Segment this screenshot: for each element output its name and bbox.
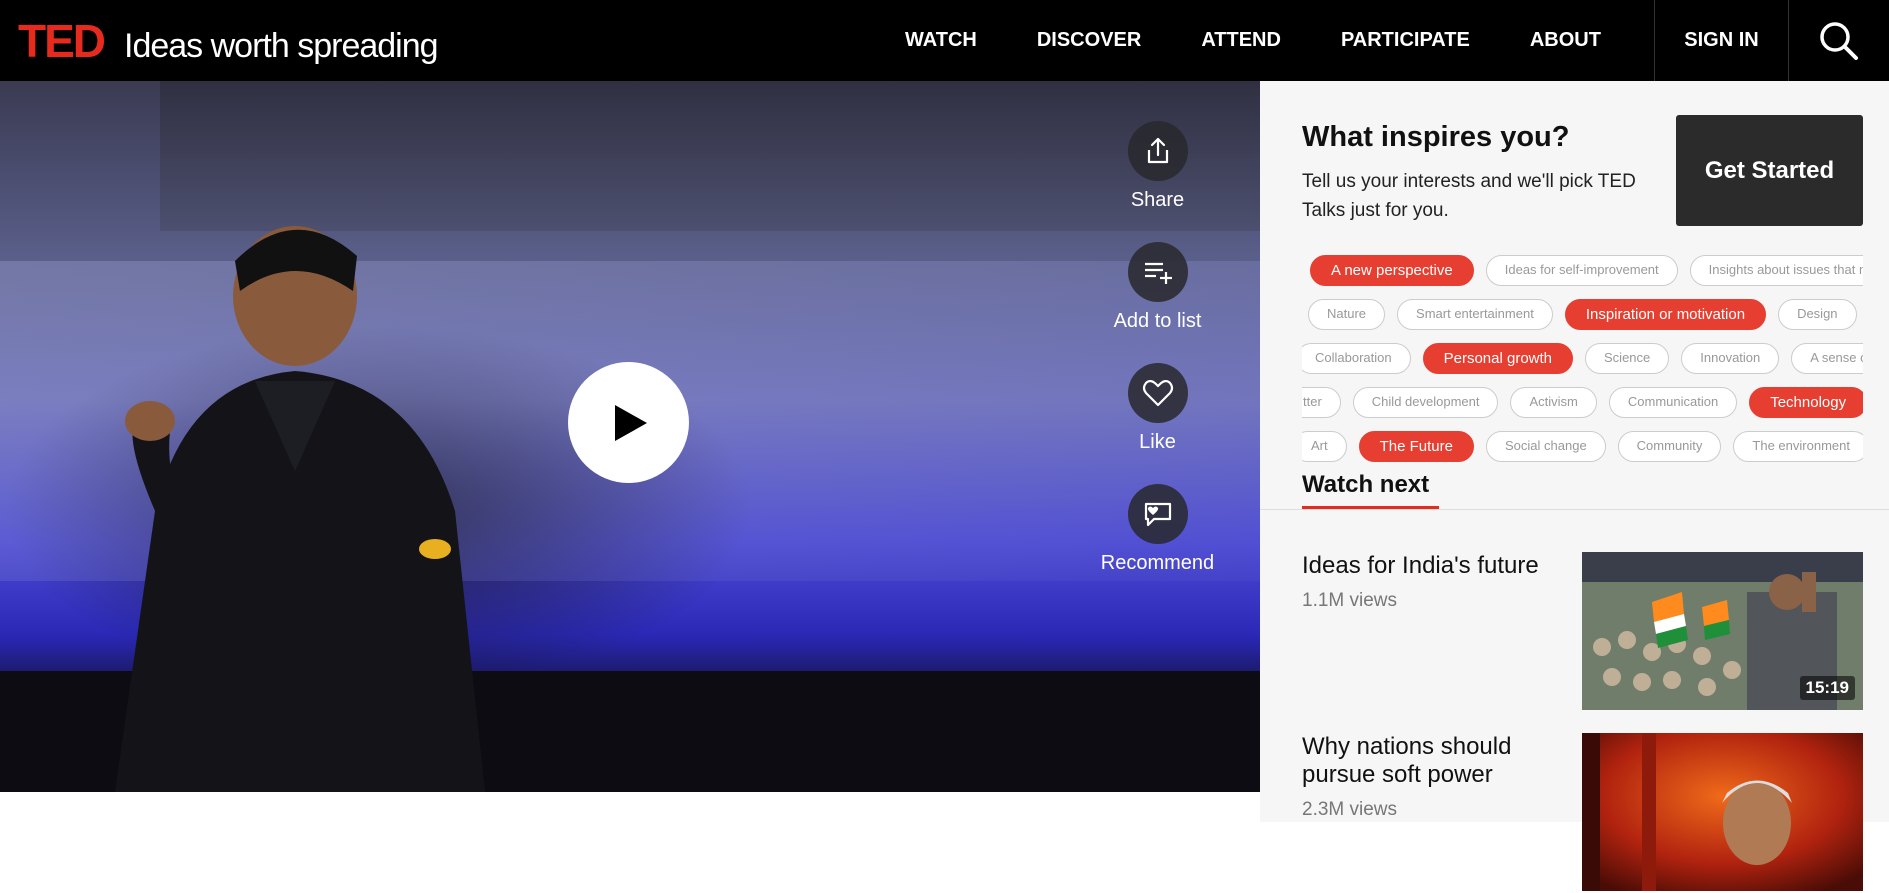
interest-tag[interactable]: A sense of hope	[1791, 343, 1863, 374]
tag-row: Collaboration Personal growth Science In…	[1302, 343, 1863, 374]
recommend-icon	[1144, 502, 1171, 527]
like-label: Like	[1139, 431, 1176, 453]
video-player[interactable]: Share Add to list Like Recommend	[0, 81, 1260, 792]
like-action[interactable]: Like	[1090, 363, 1225, 484]
interest-tag[interactable]: Personal growth	[1422, 343, 1574, 374]
interest-tag[interactable]: tter	[1302, 387, 1341, 418]
interest-tag[interactable]: Insights about issues that matter	[1689, 255, 1863, 286]
interest-tag[interactable]: Social change	[1486, 431, 1606, 462]
play-icon	[614, 404, 647, 441]
card-thumbnail[interactable]	[1582, 733, 1863, 891]
interest-tag[interactable]: Ideas for self-improvement	[1485, 255, 1678, 286]
interest-tag[interactable]: Smart entertainment	[1397, 299, 1553, 330]
search-button[interactable]	[1789, 0, 1889, 81]
interest-tag[interactable]: Technology	[1749, 387, 1863, 418]
interest-tag[interactable]: Nature	[1308, 299, 1386, 330]
active-tab-underline	[1302, 506, 1439, 509]
add-to-list-action[interactable]: Add to list	[1090, 242, 1225, 363]
watch-next-tab[interactable]: Watch next	[1302, 471, 1429, 499]
recommend-action-button[interactable]	[1127, 484, 1188, 544]
sign-in-button[interactable]: SIGN IN	[1654, 0, 1789, 81]
interest-tag[interactable]: Communication	[1608, 387, 1738, 418]
tabs-divider	[1260, 509, 1889, 510]
speaker-figure	[115, 226, 485, 792]
tag-row: A new perspective Ideas for self-improve…	[1310, 255, 1863, 286]
watch-next-card[interactable]: Why nations should pursue soft power 2.3…	[1302, 733, 1863, 893]
play-button[interactable]	[568, 362, 689, 483]
card-views: 2.3M views	[1302, 799, 1398, 820]
get-started-button[interactable]: Get Started	[1676, 115, 1863, 226]
recommend-label: Recommend	[1100, 552, 1215, 574]
card-views: 1.1M views	[1302, 590, 1398, 611]
tag-row: Nature Smart entertainment Inspiration o…	[1308, 299, 1863, 330]
interest-tag[interactable]: Community	[1617, 431, 1722, 462]
logo-tagline: Ideas worth spreading	[124, 26, 439, 65]
video-actions: Share Add to list Like Recommend	[1090, 121, 1225, 605]
recommend-action[interactable]: Recommend	[1090, 484, 1225, 605]
thumbnail-image	[1582, 733, 1863, 891]
nav-watch[interactable]: WATCH	[905, 29, 977, 52]
video-duration: 15:19	[1799, 676, 1855, 700]
nav-about[interactable]: ABOUT	[1530, 29, 1601, 52]
right-sidebar: What inspires you? Tell us your interest…	[1260, 81, 1889, 891]
add-to-list-label: Add to list	[1113, 310, 1202, 332]
share-label: Share	[1130, 189, 1185, 211]
ted-logo[interactable]: TED Ideas worth spreading	[18, 14, 439, 67]
tag-row: Art The Future Social change Community T…	[1302, 431, 1863, 462]
interest-tag[interactable]: Inspiration or motivation	[1564, 299, 1767, 330]
nav-attend[interactable]: ATTEND	[1201, 29, 1281, 52]
nav-discover[interactable]: DISCOVER	[1037, 29, 1141, 52]
card-title[interactable]: Ideas for India's future	[1302, 552, 1562, 580]
interest-tag[interactable]: Activism	[1510, 387, 1597, 418]
heart-icon	[1142, 379, 1173, 407]
interest-tag[interactable]: Art	[1302, 431, 1347, 462]
interest-tag[interactable]: The Future	[1358, 431, 1474, 462]
like-action-button[interactable]	[1127, 363, 1188, 423]
interest-tag[interactable]: A new perspective	[1310, 255, 1474, 286]
interest-tag[interactable]: Innovation	[1681, 343, 1780, 374]
interest-tag[interactable]: The environment	[1733, 431, 1863, 462]
card-title[interactable]: Why nations should pursue soft power	[1302, 733, 1562, 789]
card-thumbnail[interactable]: 15:19	[1582, 552, 1863, 710]
main-nav: WATCH DISCOVER ATTEND PARTICIPATE ABOUT	[875, 0, 1631, 81]
tag-row: tter Child development Activism Communic…	[1302, 387, 1863, 418]
share-action-button[interactable]	[1127, 121, 1188, 181]
interest-tag[interactable]: Design	[1778, 299, 1857, 330]
search-icon	[1820, 21, 1858, 60]
interest-tag[interactable]: Science	[1585, 343, 1670, 374]
interest-tag[interactable]: Collaboration	[1302, 343, 1411, 374]
add-to-list-action-button[interactable]	[1127, 242, 1188, 302]
top-header: TED Ideas worth spreading WATCH DISCOVER…	[0, 0, 1889, 81]
watch-next-card[interactable]: Ideas for India's future 1.1M views 15:1…	[1302, 552, 1863, 712]
interest-tag[interactable]: Child development	[1352, 387, 1499, 418]
share-action[interactable]: Share	[1090, 121, 1225, 242]
inspire-description: Tell us your interests and we'll pick TE…	[1302, 171, 1636, 221]
nav-participate[interactable]: PARTICIPATE	[1341, 29, 1470, 52]
logo-mark: TED	[18, 14, 106, 67]
add-to-list-icon	[1144, 262, 1172, 284]
inspire-title: What inspires you?	[1302, 121, 1570, 153]
share-icon	[1147, 137, 1168, 164]
